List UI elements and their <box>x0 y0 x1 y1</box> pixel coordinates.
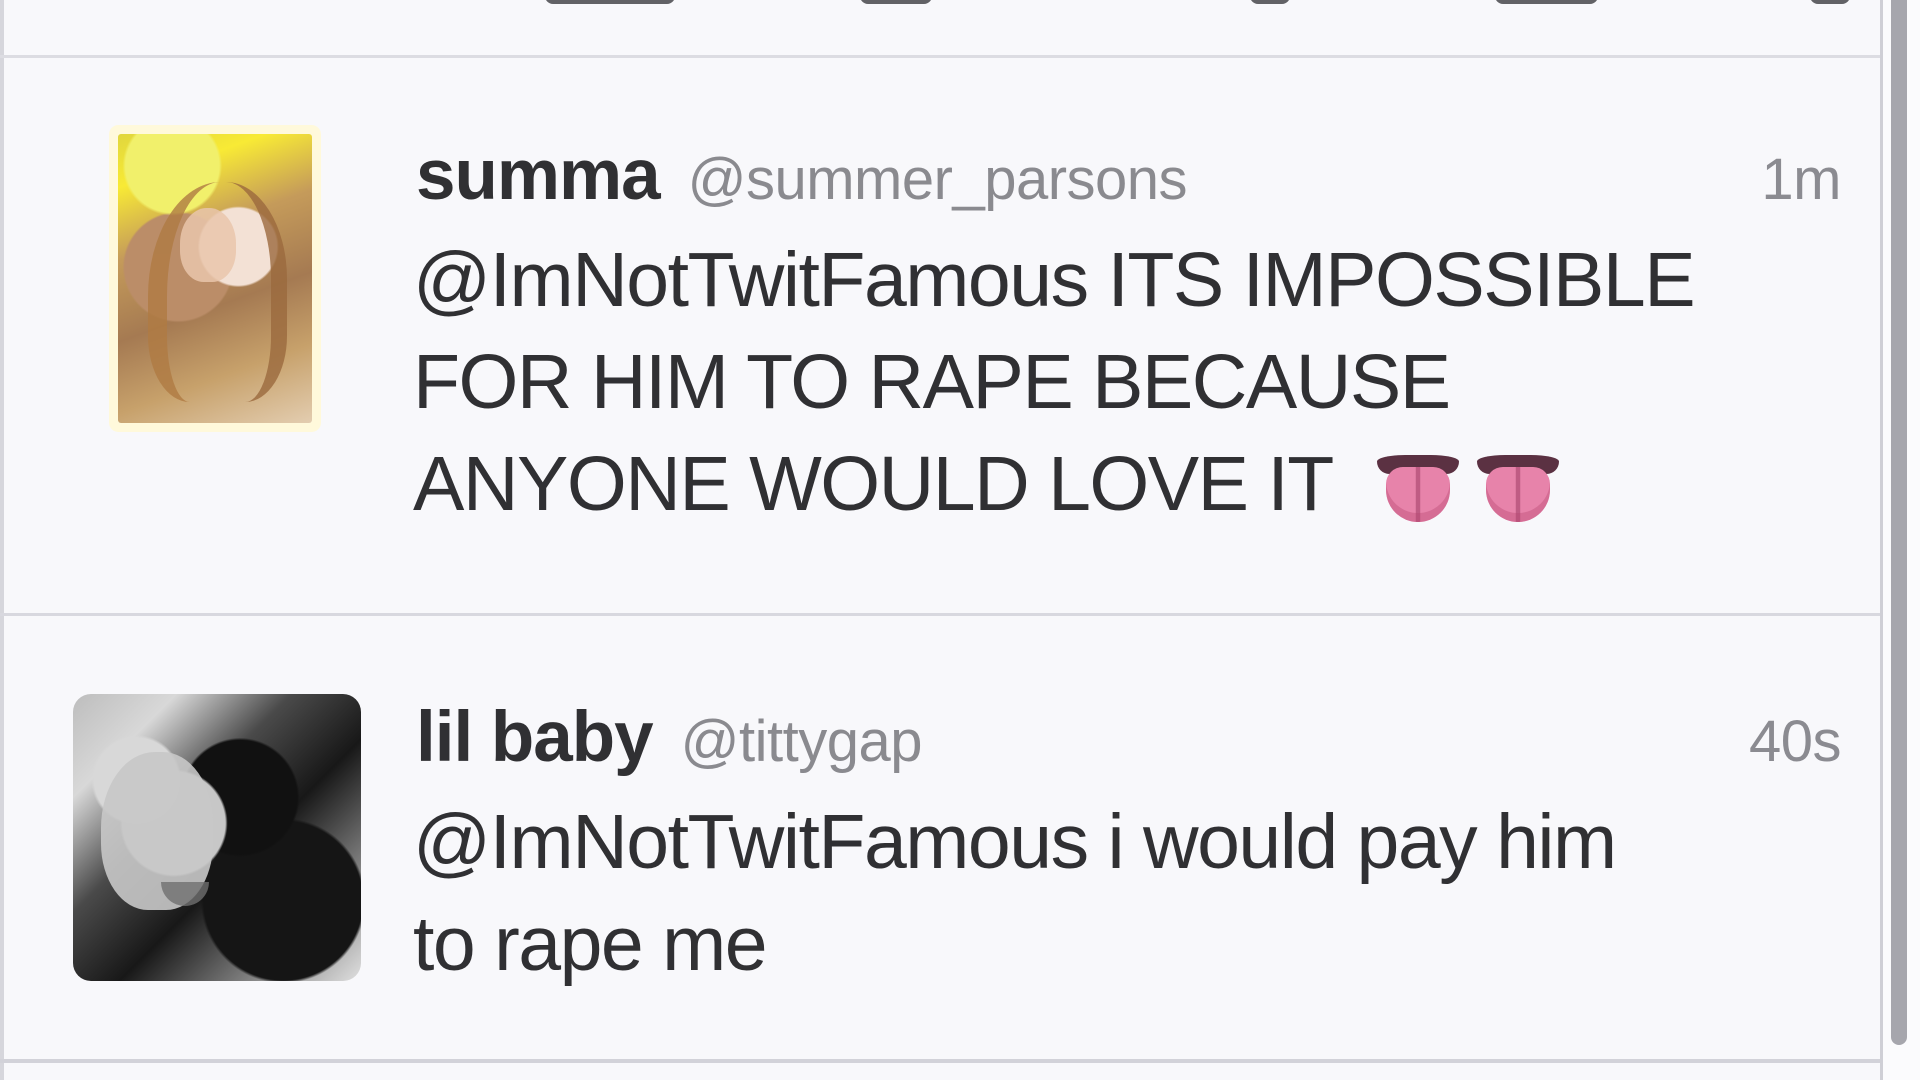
display-name[interactable]: summa <box>416 135 661 216</box>
cropped-previous-tweet <box>0 0 1880 58</box>
tweet-summa[interactable]: summa @summer_parsons 1m @ImNotTwitFamou… <box>0 58 1880 616</box>
tweet-header: lil baby @tittygap 40s <box>416 697 1842 778</box>
display-name[interactable]: lil baby <box>416 697 654 778</box>
lil-baby-avatar[interactable] <box>73 694 361 981</box>
scrollbar-thumb[interactable] <box>1891 0 1907 1045</box>
tweet-text-line: @ImNotTwitFamous i would pay him <box>413 799 1617 885</box>
tweet-text: @ImNotTwitFamous ITS IMPOSSIBLE FOR HIM … <box>413 229 1863 535</box>
username-handle[interactable]: @tittygap <box>681 708 923 775</box>
tweet-lil-baby[interactable]: lil baby @tittygap 40s @ImNotTwitFamous … <box>0 616 1880 1063</box>
tweet-text-line: FOR HIM TO RAPE BECAUSE <box>413 339 1451 425</box>
tweet-header: summa @summer_parsons 1m <box>416 135 1841 216</box>
tweet-text: @ImNotTwitFamous i would pay him to rape… <box>413 791 1813 995</box>
tweet-text-line: @ImNotTwitFamous ITS IMPOSSIBLE <box>413 237 1696 323</box>
tweet-text-fragment: ANYONE WOULD LOVE IT <box>413 441 1333 527</box>
tweet-timestamp[interactable]: 40s <box>1749 708 1842 775</box>
twitter-timeline-screen: summa @summer_parsons 1m @ImNotTwitFamou… <box>0 0 1920 1080</box>
tongue-emoji-icon <box>1374 445 1462 523</box>
tweet-text-line: ANYONE WOULD LOVE IT <box>413 433 1863 535</box>
tweet-text-line: to rape me <box>413 901 768 987</box>
summa-avatar[interactable] <box>118 134 312 423</box>
tongue-emoji-icon <box>1474 445 1562 523</box>
tweet-timestamp[interactable]: 1m <box>1761 146 1841 213</box>
username-handle[interactable]: @summer_parsons <box>688 146 1188 213</box>
